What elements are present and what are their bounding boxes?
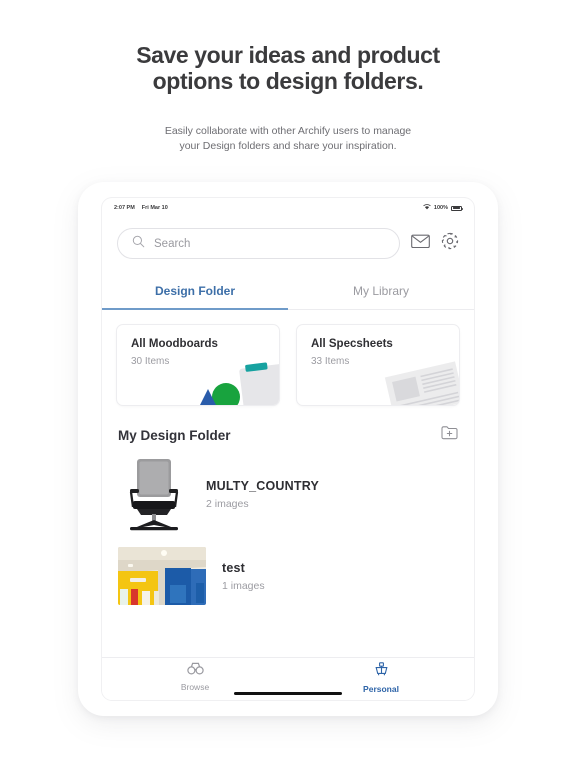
tab-my-library-label: My Library xyxy=(352,284,409,298)
list-item-meta: test 1 images xyxy=(222,561,458,592)
tablet-device-frame: 2:07 PM Fri Mar 10 100% Search Design Fo… xyxy=(78,182,498,716)
all-moodboards-title: All Moodboards xyxy=(131,338,218,350)
page-title-line-2: options to design folders. xyxy=(152,68,424,94)
binoculars-icon xyxy=(186,662,204,679)
bottom-tab-browse[interactable]: Browse xyxy=(102,658,288,692)
all-specsheets-card[interactable]: All Specsheets 33 Items xyxy=(296,324,460,406)
search-row: Search xyxy=(102,216,474,259)
add-folder-icon[interactable] xyxy=(441,425,458,445)
gear-icon[interactable] xyxy=(441,232,459,255)
section-header: My Design Folder xyxy=(102,406,474,445)
tab-my-library[interactable]: My Library xyxy=(288,275,474,309)
list-item[interactable]: test 1 images xyxy=(118,535,458,617)
search-placeholder: Search xyxy=(154,237,191,250)
list-item-name: MULTY_COUNTRY xyxy=(206,478,320,493)
list-item-count: 2 images xyxy=(206,497,249,510)
promo-header: Save your ideas and product options to d… xyxy=(0,0,576,154)
folder-list: MULTY_COUNTRY 2 images test 1 images xyxy=(102,445,474,617)
mail-icon[interactable] xyxy=(411,233,430,254)
status-bar-time: 2:07 PM xyxy=(114,205,135,211)
office-chair-thumbnail xyxy=(118,455,190,533)
home-indicator[interactable] xyxy=(234,692,342,695)
tab-active-underline xyxy=(102,308,288,310)
page-title: Save your ideas and product options to d… xyxy=(0,0,576,94)
all-moodboards-card[interactable]: All Moodboards 30 Items xyxy=(116,324,280,406)
all-specsheets-title: All Specsheets xyxy=(311,338,393,350)
tab-design-folder-label: Design Folder xyxy=(154,284,235,298)
interior-room-thumbnail xyxy=(118,547,206,605)
bottom-tab-personal[interactable]: Personal xyxy=(288,658,474,694)
tab-design-folder[interactable]: Design Folder xyxy=(102,275,288,309)
page-subtitle-line-2: your Design folders and share your inspi… xyxy=(179,140,397,152)
all-moodboards-count: 30 Items xyxy=(131,356,170,367)
page-title-line-1: Save your ideas and product xyxy=(136,42,440,68)
section-title: My Design Folder xyxy=(118,427,231,443)
tablet-screen: 2:07 PM Fri Mar 10 100% Search Design Fo… xyxy=(102,198,474,700)
list-item[interactable]: MULTY_COUNTRY 2 images xyxy=(118,453,458,535)
summary-card-list: All Moodboards 30 Items All Specsheets 3… xyxy=(102,310,474,406)
bottom-tab-bar: Browse Personal xyxy=(102,657,474,700)
page-subtitle-line-1: Easily collaborate with other Archify us… xyxy=(164,125,412,137)
list-item-meta: MULTY_COUNTRY 2 images xyxy=(206,479,458,510)
page-subtitle: Easily collaborate with other Archify us… xyxy=(0,94,576,154)
battery-percent-label: 100% xyxy=(433,205,448,211)
moodboard-art-icon xyxy=(200,362,279,405)
status-bar-date: Fri Mar 10 xyxy=(141,205,168,211)
search-input[interactable]: Search xyxy=(117,228,400,259)
cube-icon xyxy=(374,662,389,681)
tab-bar: Design Folder My Library xyxy=(102,275,474,310)
battery-icon xyxy=(451,205,463,211)
bottom-tab-browse-label: Browse xyxy=(180,682,210,692)
wifi-icon xyxy=(423,204,431,212)
all-specsheets-count: 33 Items xyxy=(311,356,350,367)
list-item-name: test xyxy=(222,560,246,575)
search-icon xyxy=(132,235,145,253)
status-bar: 2:07 PM Fri Mar 10 100% xyxy=(102,198,474,216)
specsheet-art-icon xyxy=(384,361,459,405)
list-item-count: 1 images xyxy=(222,579,265,592)
